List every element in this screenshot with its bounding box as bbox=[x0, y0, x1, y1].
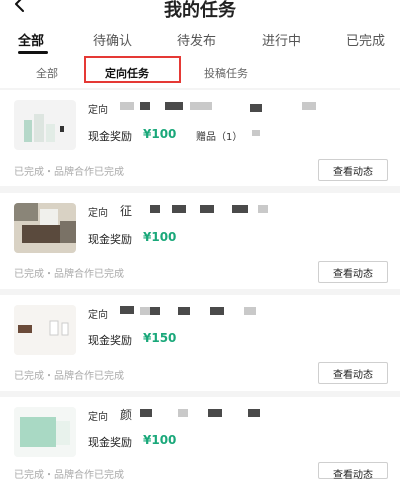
task-card[interactable]: 定向 现金奖励 ¥100 赠品（1） 已完成・品牌合作已完成 查看动态 bbox=[0, 90, 400, 186]
view-activity-button[interactable]: 查看动态 bbox=[318, 462, 388, 479]
task-card[interactable]: 定向 现金奖励 ¥150 已完成・品牌合作已完成 查看动态 bbox=[0, 295, 400, 391]
reward-label: 现金奖励 bbox=[88, 130, 132, 143]
blurred-title-part bbox=[210, 307, 224, 315]
tab-all[interactable]: 全部 bbox=[18, 30, 44, 49]
blurred-title-part bbox=[190, 102, 212, 110]
tab-in-progress[interactable]: 进行中 bbox=[262, 30, 301, 49]
main-tabs: 全部 待确认 待发布 进行中 已完成 bbox=[0, 18, 400, 58]
blurred-title-part bbox=[140, 102, 150, 110]
task-card[interactable]: 定向 征 现金奖励 ¥100 已完成・品牌合作已完成 查看动态 bbox=[0, 193, 400, 289]
sub-tabs: 全部 定向任务 投稿任务 bbox=[0, 58, 400, 88]
blurred-title-part bbox=[232, 205, 248, 213]
task-thumbnail bbox=[14, 203, 76, 253]
task-thumbnail bbox=[14, 305, 76, 355]
gift-count: 赠品（1） bbox=[196, 132, 243, 143]
blurred-title-part bbox=[150, 205, 160, 213]
view-activity-button[interactable]: 查看动态 bbox=[318, 362, 388, 384]
task-thumbnail bbox=[14, 407, 76, 457]
task-thumbnail bbox=[14, 100, 76, 150]
task-status: 已完成・品牌合作已完成 bbox=[14, 371, 124, 382]
task-card[interactable]: 定向 颜 现金奖励 ¥100 已完成・品牌合作已完成 查看动态 bbox=[0, 397, 400, 479]
reward-value: ¥100 bbox=[143, 433, 177, 447]
task-status: 已完成・品牌合作已完成 bbox=[14, 269, 124, 280]
blurred-title-part bbox=[140, 307, 150, 315]
blurred-title bbox=[120, 102, 134, 110]
blurred-title-part bbox=[302, 102, 316, 110]
task-status: 已完成・品牌合作已完成 bbox=[14, 470, 124, 479]
task-title-prefix: 征 bbox=[120, 204, 133, 218]
blurred-title-part bbox=[140, 409, 152, 417]
blurred-title-part bbox=[200, 205, 214, 213]
subtab-all[interactable]: 全部 bbox=[36, 65, 58, 81]
blurred-title-part bbox=[172, 205, 186, 213]
annotation-highlight-box bbox=[84, 56, 181, 83]
reward-value: ¥100 bbox=[143, 230, 177, 244]
view-activity-button[interactable]: 查看动态 bbox=[318, 159, 388, 181]
tab-completed[interactable]: 已完成 bbox=[346, 30, 385, 49]
blurred-title-part bbox=[258, 205, 268, 213]
blurred-title-part bbox=[178, 307, 190, 315]
blurred-title-part bbox=[150, 307, 160, 315]
task-tag: 定向 bbox=[88, 310, 108, 321]
blurred-title-part bbox=[208, 409, 222, 417]
blurred-title-part bbox=[248, 409, 260, 417]
reward-label: 现金奖励 bbox=[88, 436, 132, 449]
subtab-submission[interactable]: 投稿任务 bbox=[204, 65, 248, 81]
top-bar: 我的任务 bbox=[0, 0, 400, 21]
task-tag: 定向 bbox=[88, 412, 108, 423]
tab-pending-confirm[interactable]: 待确认 bbox=[93, 30, 132, 49]
reward-value: ¥100 bbox=[143, 127, 177, 141]
reward-value: ¥150 bbox=[143, 331, 177, 345]
task-title-prefix: 颜 bbox=[120, 408, 133, 422]
blurred-title-part bbox=[178, 409, 188, 417]
active-tab-indicator bbox=[18, 51, 48, 54]
blurred-title-part bbox=[250, 104, 262, 112]
blurred-title-part bbox=[244, 307, 256, 315]
reward-label: 现金奖励 bbox=[88, 233, 132, 246]
blurred-title-part bbox=[165, 102, 183, 110]
view-activity-button[interactable]: 查看动态 bbox=[318, 261, 388, 283]
blurred-title bbox=[120, 306, 134, 314]
task-tag: 定向 bbox=[88, 208, 108, 219]
task-status: 已完成・品牌合作已完成 bbox=[14, 167, 124, 178]
reward-label: 现金奖励 bbox=[88, 334, 132, 347]
tab-pending-publish[interactable]: 待发布 bbox=[177, 30, 216, 49]
blurred-gift-part bbox=[252, 130, 260, 136]
task-tag: 定向 bbox=[88, 105, 108, 116]
